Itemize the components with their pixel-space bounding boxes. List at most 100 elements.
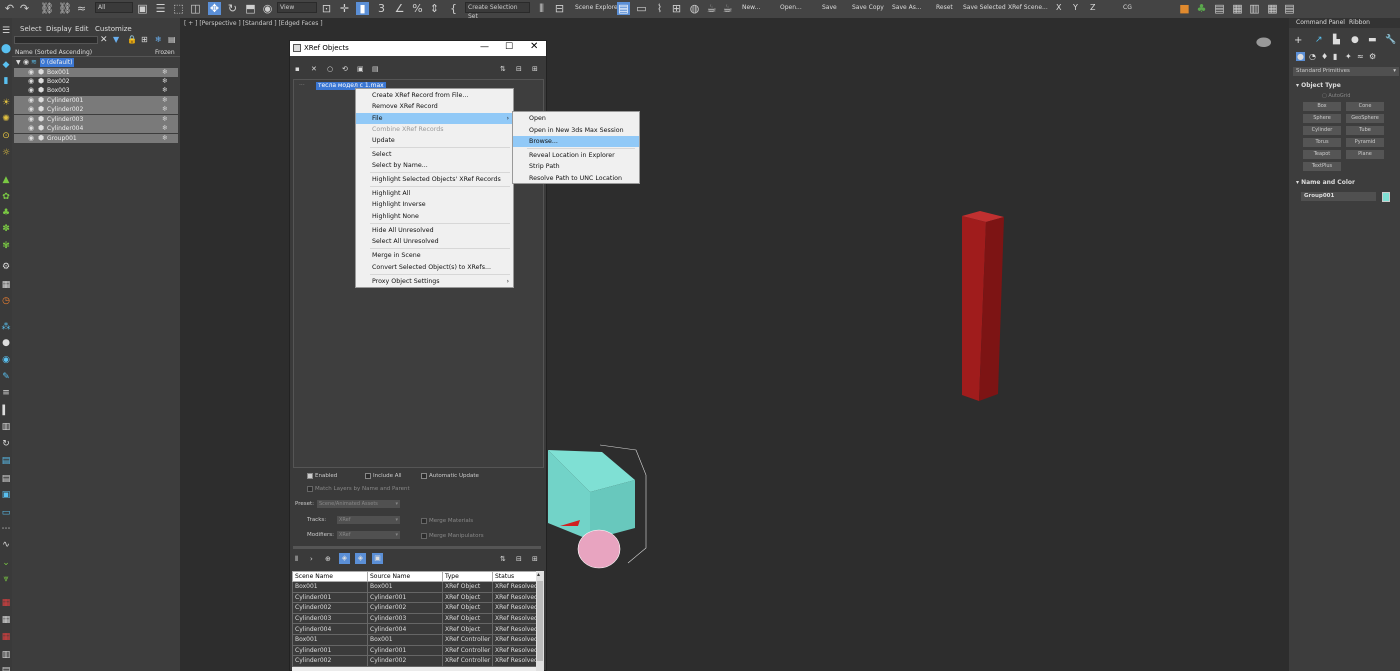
select-manipulate-icon[interactable]: ✛	[338, 2, 351, 15]
entity-settings-icon[interactable]: ⊞	[532, 555, 538, 563]
submenu-item-strip-path[interactable]: Strip Path	[513, 161, 639, 172]
tab-command-panel[interactable]: Command Panel	[1296, 19, 1345, 26]
toggle-ribbon-icon[interactable]: ▭	[635, 2, 648, 15]
systems-icon[interactable]: ⚙	[1, 262, 11, 272]
camera-icon[interactable]: ▮	[1, 76, 11, 86]
selection-region-icon[interactable]: ⬚	[172, 2, 185, 15]
menu-item-highlight-none[interactable]: Highlight None	[356, 211, 513, 222]
column-type[interactable]: Type	[442, 571, 493, 582]
object-type-header[interactable]: ▾ Object Type	[1296, 82, 1341, 89]
materials-filter-icon[interactable]: ▣	[372, 553, 383, 564]
sort-entities-icon[interactable]: ⇅	[500, 555, 506, 563]
grid-icon[interactable]: ▦	[1266, 2, 1279, 15]
scene-row[interactable]: ◉ ⬢ Box002 ❄	[14, 77, 178, 86]
layout-tool-icon[interactable]: ▥	[1, 650, 11, 660]
lights-category-icon[interactable]: ♦	[1321, 52, 1328, 61]
layer-row-default[interactable]: ▼ ◉ ≋ 0 (default)	[14, 58, 178, 67]
panel-tool-icon[interactable]: ▤	[1, 474, 11, 484]
eye-icon[interactable]: ◉	[28, 68, 34, 77]
frame-icon[interactable]: ▣	[1, 490, 11, 500]
render-setup-icon[interactable]: ☕	[705, 2, 718, 15]
move-icon[interactable]: ✥	[208, 2, 221, 15]
helpers-category-icon[interactable]: ✦	[1345, 52, 1352, 61]
expand-icon[interactable]: ▼	[16, 58, 21, 67]
column-source-name[interactable]: Source Name	[367, 571, 443, 582]
expand-entity-icon[interactable]: ›	[310, 555, 313, 563]
hierarchy-icon[interactable]: ⊞	[141, 35, 148, 44]
mirror-icon[interactable]: ⫴	[535, 2, 548, 15]
dash-icon[interactable]: ⋯	[1, 524, 11, 534]
submenu-item-open-new-session[interactable]: Open in New 3ds Max Session	[513, 125, 639, 136]
tree-icon[interactable]: ♣	[1195, 2, 1208, 15]
save-copy-button[interactable]: Save Copy	[852, 4, 884, 11]
undo-icon[interactable]: ↶	[3, 2, 16, 15]
menu-customize[interactable]: Customize	[95, 25, 132, 33]
autogrid-checkbox[interactable]: ▢ AutoGrid	[1322, 93, 1350, 99]
save-as-button[interactable]: Save As...	[892, 4, 922, 11]
submenu-item-browse[interactable]: Browse...	[513, 136, 639, 147]
layer-filter-dropdown[interactable]: All	[95, 2, 133, 13]
render-icon[interactable]: ☕	[721, 2, 734, 15]
down-chevron-icon[interactable]: ⌄	[1, 558, 11, 568]
box-tool-icon[interactable]: ▭	[1, 508, 11, 518]
table-row[interactable]: Cylinder002 Cylinder002 XRef Object XRef Re…	[292, 602, 537, 614]
panel-icon[interactable]: ▥	[1248, 2, 1261, 15]
layer-icon[interactable]: ▤	[168, 35, 176, 44]
geometry-category-icon[interactable]: ●	[1296, 52, 1305, 61]
schematic-view-icon[interactable]: ⊞	[670, 2, 683, 15]
menu-edit[interactable]: Edit	[75, 25, 89, 33]
scene-row[interactable]: ◉ ⬢ Cylinder001 ❄	[14, 96, 178, 105]
motion-tab-icon[interactable]: ●	[1351, 35, 1359, 45]
scale-icon[interactable]: ⬒	[244, 2, 257, 15]
create-icon[interactable]: ☰	[1, 26, 11, 36]
plane-button[interactable]: Plane	[1346, 150, 1384, 159]
objects-filter-icon[interactable]: ◈	[339, 553, 350, 564]
table-row[interactable]: Cylinder003 Cylinder003 XRef Object XRef Re…	[292, 612, 537, 625]
tree-helper-icon[interactable]: ♣	[1, 208, 11, 218]
tab-ribbon[interactable]: Ribbon	[1349, 19, 1370, 26]
menu-item-convert-to-xrefs[interactable]: Convert Selected Object(s) to XRefs...	[356, 262, 513, 273]
column-frozen-header[interactable]: Frozen	[155, 49, 175, 56]
lock-icon[interactable]: 🔒	[127, 35, 137, 44]
primitive-category-dropdown[interactable]: Standard Primitives ▾	[1293, 67, 1399, 76]
teapot-button[interactable]: Teapot	[1303, 150, 1341, 159]
object-name-field[interactable]: Group001	[1301, 192, 1376, 201]
cylinder-button[interactable]: Cylinder	[1303, 126, 1341, 135]
tile-icon[interactable]: ▥	[1, 422, 11, 432]
menu-item-highlight-selected[interactable]: Highlight Selected Objects' XRef Records	[356, 174, 513, 185]
save-button[interactable]: Save	[822, 4, 837, 11]
column-status[interactable]: Status	[492, 571, 537, 582]
column-scene-name[interactable]: Scene Name	[292, 571, 368, 582]
eye-icon[interactable]: ◉	[28, 96, 34, 105]
keyboard-shortcut-override-icon[interactable]: ▮	[356, 2, 369, 15]
modify-tab-icon[interactable]: ↗	[1315, 35, 1323, 45]
bind-space-warp-icon[interactable]: ≈	[75, 2, 88, 15]
select-by-name-icon[interactable]: ☰	[154, 2, 167, 15]
preset-dropdown[interactable]: Scene/Animated Assets ▾	[317, 500, 400, 508]
refresh-icon[interactable]: ↻	[1, 439, 11, 449]
display-tab-icon[interactable]: ▬	[1368, 35, 1377, 45]
flower-icon[interactable]: ✿	[1, 192, 11, 202]
grid-tool-icon[interactable]: ▦	[1, 615, 11, 625]
torus-button[interactable]: Torus	[1303, 138, 1341, 147]
list-view-icon[interactable]: ⊟	[516, 65, 522, 73]
enable-icon[interactable]: ○	[327, 65, 333, 73]
table-row[interactable]: Cylinder004 Cylinder004 XRef Object XRef Re…	[292, 623, 537, 635]
table-row[interactable]: Box001 Box001 XRef Object XRef Resolved	[292, 581, 537, 593]
axis-y-button[interactable]: Y	[1073, 3, 1078, 12]
clear-search-icon[interactable]: ✕	[100, 35, 108, 45]
shapes-category-icon[interactable]: ◔	[1309, 52, 1316, 61]
table-scrollbar[interactable]: ▴	[536, 571, 544, 671]
menu-item-select-unresolved[interactable]: Select All Unresolved	[356, 236, 513, 247]
menu-item-remove-xref-record[interactable]: Remove XRef Record	[356, 101, 513, 112]
view-icon[interactable]: ▤	[1283, 2, 1296, 15]
scene-row[interactable]: ◉ ⬢ Cylinder002 ❄	[14, 105, 178, 114]
helper-icon[interactable]: ▲	[1, 175, 11, 185]
submenu-item-reveal-location[interactable]: Reveal Location in Explorer	[513, 150, 639, 161]
modifiers-dropdown[interactable]: XRef ▾	[337, 531, 400, 539]
menu-item-file[interactable]: File ›	[356, 113, 513, 124]
box-button[interactable]: Box	[1303, 102, 1341, 111]
rotate-icon[interactable]: ↻	[226, 2, 239, 15]
create-xref-record-icon[interactable]: ▪	[295, 65, 300, 73]
menu-item-select[interactable]: Select	[356, 149, 513, 160]
